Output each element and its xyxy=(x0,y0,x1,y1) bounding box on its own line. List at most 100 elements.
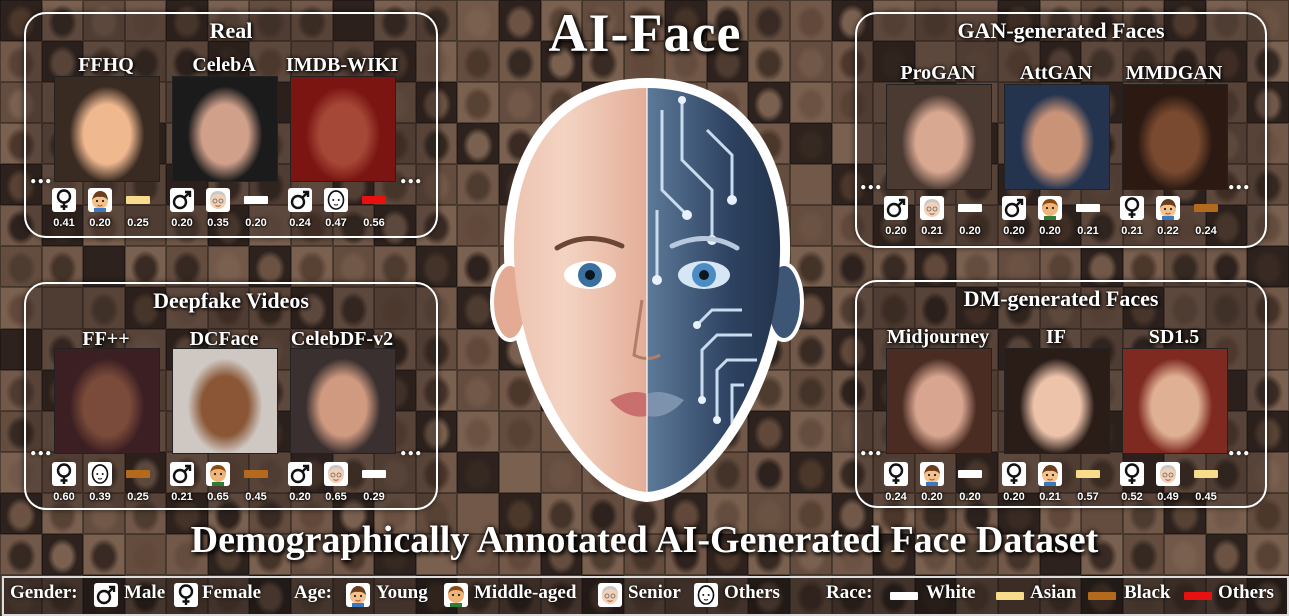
young-icon xyxy=(1038,462,1062,486)
female-icon xyxy=(1002,462,1026,486)
others-age-icon xyxy=(324,188,348,212)
race-score: 0.45 xyxy=(245,491,267,503)
legend-senior: Senior xyxy=(628,582,681,603)
dataset-face-photo xyxy=(290,348,396,454)
age-score: 0.20 xyxy=(1039,225,1061,237)
race-score: 0.45 xyxy=(1195,491,1217,503)
panel-title: DM-generated Faces xyxy=(963,286,1159,311)
dataset-name: IMDB-WIKI xyxy=(285,54,399,76)
legend-race-label: Race: xyxy=(826,582,873,603)
panel-title: Real xyxy=(209,18,253,43)
legend: Gender: Male Female Age: Young Middle-ag… xyxy=(2,576,1289,616)
age-score: 0.20 xyxy=(921,491,943,503)
senior-icon xyxy=(206,188,230,212)
gender-score: 0.60 xyxy=(53,491,75,503)
panel-title: GAN-generated Faces xyxy=(957,18,1165,43)
race-score: 0.56 xyxy=(363,217,385,229)
race-white-swatch xyxy=(362,470,386,478)
legend-gender-label: Gender: xyxy=(10,582,78,603)
race-others-swatch xyxy=(362,196,386,204)
age-score: 0.22 xyxy=(1157,225,1179,237)
male-icon xyxy=(170,462,194,486)
others-age-icon xyxy=(88,462,112,486)
legend-young: Young xyxy=(376,582,428,603)
race-black-swatch xyxy=(244,470,268,478)
race-score: 0.21 xyxy=(1077,225,1099,237)
age-score: 0.65 xyxy=(325,491,347,503)
age-score: 0.65 xyxy=(207,491,229,503)
race-black-swatch xyxy=(1088,592,1116,600)
race-white-swatch xyxy=(958,470,982,478)
race-score: 0.29 xyxy=(363,491,385,503)
race-black-swatch xyxy=(1194,204,1218,212)
dataset-face-photo xyxy=(172,348,278,454)
gender-score: 0.20 xyxy=(885,225,907,237)
race-score: 0.24 xyxy=(1195,225,1217,237)
gender-score: 0.21 xyxy=(171,491,193,503)
female-icon xyxy=(884,462,908,486)
dataset-name: MMDGAN xyxy=(1125,62,1223,84)
race-score: 0.20 xyxy=(959,225,981,237)
legend-black: Black xyxy=(1124,582,1171,603)
age-score: 0.21 xyxy=(921,225,943,237)
male-icon xyxy=(288,462,312,486)
age-score: 0.20 xyxy=(89,217,111,229)
race-black-swatch xyxy=(126,470,150,478)
middle-aged-icon xyxy=(1038,196,1062,220)
race-asian-swatch xyxy=(1076,470,1100,478)
dataset-face-photo xyxy=(1122,348,1228,454)
race-white-swatch xyxy=(244,196,268,204)
female-icon xyxy=(52,188,76,212)
legend-white: White xyxy=(926,582,976,603)
more-items-indicator: ... xyxy=(30,432,53,461)
young-icon xyxy=(346,583,370,607)
female-icon xyxy=(52,462,76,486)
female-icon xyxy=(1120,196,1144,220)
legend-race-others: Others xyxy=(1218,582,1274,603)
race-score: 0.20 xyxy=(959,491,981,503)
gender-score: 0.20 xyxy=(1003,225,1025,237)
female-icon xyxy=(174,583,198,607)
race-score: 0.25 xyxy=(127,491,149,503)
ai-face-figure: AI-Face Real GAN-generated Faces Deepfak… xyxy=(0,0,1289,616)
male-icon xyxy=(1002,196,1026,220)
age-score: 0.47 xyxy=(325,217,347,229)
legend-asian: Asian xyxy=(1030,582,1077,603)
middle-aged-icon xyxy=(206,462,230,486)
race-asian-swatch xyxy=(1194,470,1218,478)
dataset-face-photo xyxy=(1004,84,1110,190)
more-items-indicator: ... xyxy=(30,160,53,189)
dataset-face-photo xyxy=(886,84,992,190)
legend-age-others: Others xyxy=(724,582,780,603)
more-items-indicator: ... xyxy=(860,432,883,461)
more-items-indicator: ... xyxy=(860,166,883,195)
gender-score: 0.24 xyxy=(885,491,907,503)
dataset-face-photo xyxy=(290,76,396,182)
dataset-face-photo xyxy=(886,348,992,454)
dataset-face-photo xyxy=(54,348,160,454)
senior-icon xyxy=(920,196,944,220)
panel-title: Deepfake Videos xyxy=(153,288,309,313)
others-age-icon xyxy=(694,583,718,607)
race-white-swatch xyxy=(958,204,982,212)
race-score: 0.57 xyxy=(1077,491,1099,503)
young-icon xyxy=(920,462,944,486)
ai-head-illustration xyxy=(482,70,812,510)
race-others-swatch xyxy=(1184,592,1212,600)
male-icon xyxy=(884,196,908,220)
senior-icon xyxy=(324,462,348,486)
ai-head-icon xyxy=(490,78,804,502)
dataset-face-photo xyxy=(172,76,278,182)
dataset-face-photo xyxy=(1122,84,1228,190)
figure-subtitle: Demographically Annotated AI-Generated F… xyxy=(190,519,1099,561)
race-asian-swatch xyxy=(126,196,150,204)
dataset-face-photo xyxy=(1004,348,1110,454)
young-icon xyxy=(88,188,112,212)
middle-aged-icon xyxy=(444,583,468,607)
race-white-swatch xyxy=(890,592,918,600)
young-icon xyxy=(1156,196,1180,220)
race-score: 0.20 xyxy=(245,217,267,229)
age-score: 0.35 xyxy=(207,217,229,229)
gender-score: 0.24 xyxy=(289,217,311,229)
more-items-indicator: ... xyxy=(1228,166,1251,195)
